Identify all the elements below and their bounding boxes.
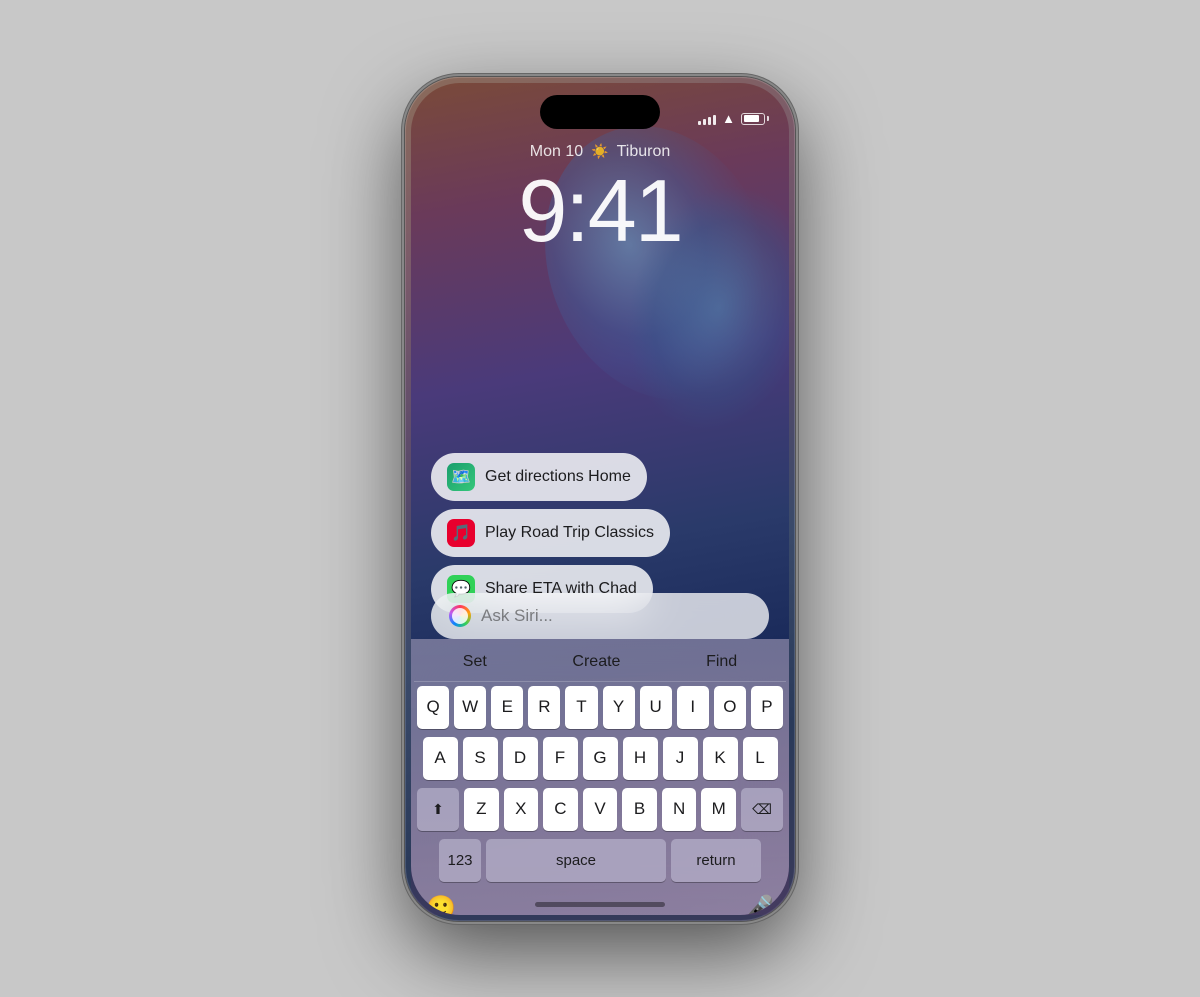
status-icons: ▲ xyxy=(698,111,769,126)
key-y[interactable]: Y xyxy=(603,686,635,729)
suggestion-directions[interactable]: 🗺️ Get directions Home xyxy=(431,453,647,501)
suggestion-find[interactable]: Find xyxy=(694,649,749,675)
phone-screen: 9:41 ▲ Mon 10 ☀️ Tiburon 9:41 xyxy=(411,83,789,915)
keyboard-row-3: ⬆ Z X C V B N M ⌫ xyxy=(417,788,783,831)
lock-screen-content: Mon 10 ☀️ Tiburon 9:41 xyxy=(411,143,789,255)
keyboard-suggestions-bar: Set Create Find xyxy=(414,647,786,682)
key-b[interactable]: B xyxy=(622,788,657,831)
suggestion-directions-label: Get directions Home xyxy=(485,468,631,486)
key-h[interactable]: H xyxy=(623,737,658,780)
signal-strength-icon xyxy=(698,113,716,125)
key-m[interactable]: M xyxy=(701,788,736,831)
home-indicator xyxy=(535,902,665,907)
delete-key[interactable]: ⌫ xyxy=(741,788,783,831)
key-v[interactable]: V xyxy=(583,788,618,831)
battery-icon xyxy=(741,113,769,125)
key-q[interactable]: Q xyxy=(417,686,449,729)
siri-input-area[interactable]: Ask Siri... xyxy=(431,593,769,639)
keyboard-row-4: 123 space return xyxy=(417,839,783,882)
lock-date: Mon 10 ☀️ Tiburon xyxy=(411,143,789,161)
return-key[interactable]: return xyxy=(671,839,761,882)
dynamic-island xyxy=(540,95,660,129)
key-r[interactable]: R xyxy=(528,686,560,729)
keyboard-rows: Q W E R T Y U I O P A S D F G xyxy=(414,682,786,882)
siri-suggestions: 🗺️ Get directions Home 🎵 Play Road Trip … xyxy=(431,453,769,613)
key-l[interactable]: L xyxy=(743,737,778,780)
maps-icon: 🗺️ xyxy=(447,463,475,491)
key-z[interactable]: Z xyxy=(464,788,499,831)
emoji-key[interactable]: 🙂 xyxy=(426,894,456,915)
key-s[interactable]: S xyxy=(463,737,498,780)
key-u[interactable]: U xyxy=(640,686,672,729)
suggestion-music[interactable]: 🎵 Play Road Trip Classics xyxy=(431,509,670,557)
key-x[interactable]: X xyxy=(504,788,539,831)
sun-icon: ☀️ xyxy=(591,143,608,160)
phone-frame: 9:41 ▲ Mon 10 ☀️ Tiburon 9:41 xyxy=(405,77,795,921)
key-n[interactable]: N xyxy=(662,788,697,831)
key-d[interactable]: D xyxy=(503,737,538,780)
key-k[interactable]: K xyxy=(703,737,738,780)
key-c[interactable]: C xyxy=(543,788,578,831)
key-t[interactable]: T xyxy=(565,686,597,729)
key-w[interactable]: W xyxy=(454,686,486,729)
shift-key[interactable]: ⬆ xyxy=(417,788,459,831)
key-a[interactable]: A xyxy=(423,737,458,780)
key-j[interactable]: J xyxy=(663,737,698,780)
key-o[interactable]: O xyxy=(714,686,746,729)
siri-placeholder: Ask Siri... xyxy=(481,606,553,626)
wifi-icon: ▲ xyxy=(722,111,735,126)
key-g[interactable]: G xyxy=(583,737,618,780)
key-e[interactable]: E xyxy=(491,686,523,729)
keyboard-row-1: Q W E R T Y U I O P xyxy=(417,686,783,729)
key-f[interactable]: F xyxy=(543,737,578,780)
suggestion-music-label: Play Road Trip Classics xyxy=(485,524,654,542)
siri-spinner-icon xyxy=(449,605,471,627)
microphone-key[interactable]: 🎤 xyxy=(744,894,774,915)
num-key[interactable]: 123 xyxy=(439,839,481,882)
key-i[interactable]: I xyxy=(677,686,709,729)
key-p[interactable]: P xyxy=(751,686,783,729)
lock-time: 9:41 xyxy=(411,167,789,255)
space-key[interactable]: space xyxy=(486,839,666,882)
keyboard: Set Create Find Q W E R T Y U I O P xyxy=(411,639,789,915)
suggestion-create[interactable]: Create xyxy=(560,649,632,675)
suggestion-set[interactable]: Set xyxy=(451,649,499,675)
siri-input-field[interactable]: Ask Siri... xyxy=(431,593,769,639)
keyboard-row-2: A S D F G H J K L xyxy=(417,737,783,780)
music-icon: 🎵 xyxy=(447,519,475,547)
